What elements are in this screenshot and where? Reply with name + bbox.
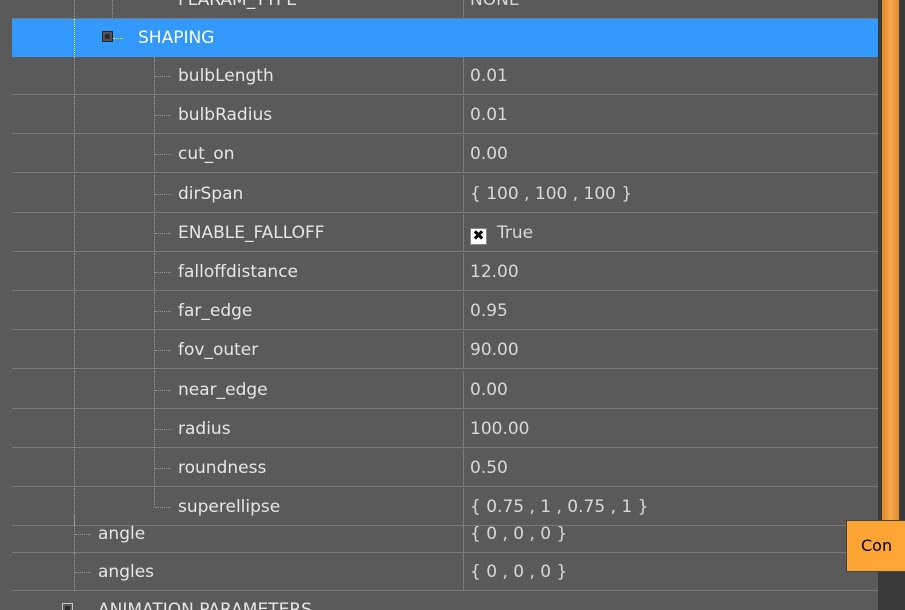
tree-line	[155, 76, 171, 77]
tree-line	[155, 468, 171, 469]
tree-line	[74, 292, 75, 331]
property-value[interactable]: 100.00	[464, 410, 878, 448]
property-grid: FLARAM_TYPE NONE SHAPING bulbLength 0.01 b…	[0, 0, 878, 610]
tree-line	[75, 534, 91, 535]
property-value[interactable]: 0.00	[464, 135, 878, 173]
tree-line	[155, 115, 171, 117]
property-name: ENABLE_FALLOFF	[178, 222, 325, 243]
property-name: dirSpan	[178, 183, 244, 204]
property-row-angle[interactable]: angle { 0 , 0 , 0 }	[12, 515, 878, 553]
tree-line	[74, 449, 75, 487]
property-row-radius[interactable]: radius 100.00	[12, 409, 878, 448]
tree-line	[155, 311, 171, 313]
tree-line	[74, 370, 75, 409]
property-row-bulbradius[interactable]: bulbRadius 0.01	[12, 96, 878, 135]
property-name: bulbRadius	[178, 105, 273, 126]
property-value[interactable]: { 0 , 0 , 0 }	[464, 553, 878, 591]
tree-line	[155, 232, 171, 234]
tree-line	[74, 174, 75, 213]
tree-line	[155, 428, 171, 430]
tree-line	[74, 331, 75, 370]
property-value[interactable]: 0.50	[464, 449, 878, 487]
property-row-cut-on[interactable]: cut_on 0.00	[12, 135, 878, 174]
tree-line	[74, 57, 75, 95]
property-value[interactable]: 90.00	[464, 331, 878, 369]
property-row-angles[interactable]: angles { 0 , 0 , 0 }	[12, 553, 878, 591]
property-value[interactable]: ✖ True	[464, 214, 878, 252]
property-value[interactable]: 0.01	[464, 57, 878, 95]
tree-line	[112, 0, 113, 19]
tree-line	[74, 409, 75, 448]
property-name: radius	[178, 418, 231, 439]
tree-line	[155, 193, 171, 195]
group-row-animation-parameters[interactable]: ANIMATION PARAMETERS	[12, 591, 878, 610]
checkmark-x-icon[interactable]: ✖	[470, 227, 487, 245]
tree-line	[74, 19, 75, 57]
tree-line	[155, 389, 171, 391]
tree-line	[74, 213, 75, 252]
property-row-near-edge[interactable]: near_edge 0.00	[12, 370, 878, 409]
property-value[interactable]: NONE	[464, 0, 878, 19]
scrollbar-thumb[interactable]	[882, 0, 899, 540]
property-name: falloffdistance	[178, 262, 298, 282]
property-row-bulblength[interactable]: bulbLength 0.01	[12, 57, 878, 95]
property-value[interactable]: { 100 , 100 , 100 }	[464, 175, 878, 213]
property-name: near_edge	[178, 379, 268, 400]
property-row-dirspan[interactable]: dirSpan { 100 , 100 , 100 }	[12, 174, 878, 213]
group-row-shaping[interactable]: SHAPING	[12, 19, 878, 57]
tree-line	[154, 488, 155, 508]
property-name: roundness	[178, 458, 267, 478]
property-name: cut_on	[178, 144, 235, 165]
tree-line	[74, 96, 75, 135]
property-name: fov_outer	[178, 340, 259, 361]
tree-line	[75, 572, 91, 573]
property-row-far-edge[interactable]: far_edge 0.95	[12, 292, 878, 331]
property-name: FLARAM_TYPE	[178, 0, 297, 10]
property-name: bulbLength	[178, 66, 274, 86]
property-value[interactable]: 12.00	[464, 253, 878, 291]
property-value-text: True	[497, 222, 534, 243]
property-name: angles	[98, 562, 155, 582]
property-row-enable-falloff[interactable]: ENABLE_FALLOFF ✖ True	[12, 213, 878, 252]
tree-line	[155, 350, 171, 352]
tree-line	[155, 507, 171, 509]
tooltip: Con	[846, 520, 905, 572]
property-value[interactable]: 0.01	[464, 96, 878, 134]
property-value[interactable]: 0.95	[464, 292, 878, 330]
tree-line	[155, 154, 171, 156]
property-row-roundness[interactable]: roundness 0.50	[12, 449, 878, 487]
tree-line	[155, 272, 171, 273]
property-value[interactable]: 0.00	[464, 371, 878, 409]
property-row-partial-top[interactable]: FLARAM_TYPE NONE	[12, 0, 878, 19]
property-name: angle	[98, 524, 146, 544]
tree-line	[74, 135, 75, 174]
property-row-fov-outer[interactable]: fov_outer 90.00	[12, 331, 878, 370]
property-name: far_edge	[178, 301, 253, 322]
tree-line	[113, 38, 123, 39]
property-value[interactable]: { 0 , 0 , 0 }	[464, 515, 878, 553]
tree-line	[74, 253, 75, 291]
group-label: ANIMATION PARAMETERS	[98, 600, 312, 610]
tree-line	[74, 0, 75, 19]
property-row-falloffdistance[interactable]: falloffdistance 12.00	[12, 253, 878, 291]
group-label: SHAPING	[138, 28, 215, 48]
collapse-box-icon[interactable]	[102, 31, 113, 42]
collapse-box-icon[interactable]	[62, 603, 73, 610]
